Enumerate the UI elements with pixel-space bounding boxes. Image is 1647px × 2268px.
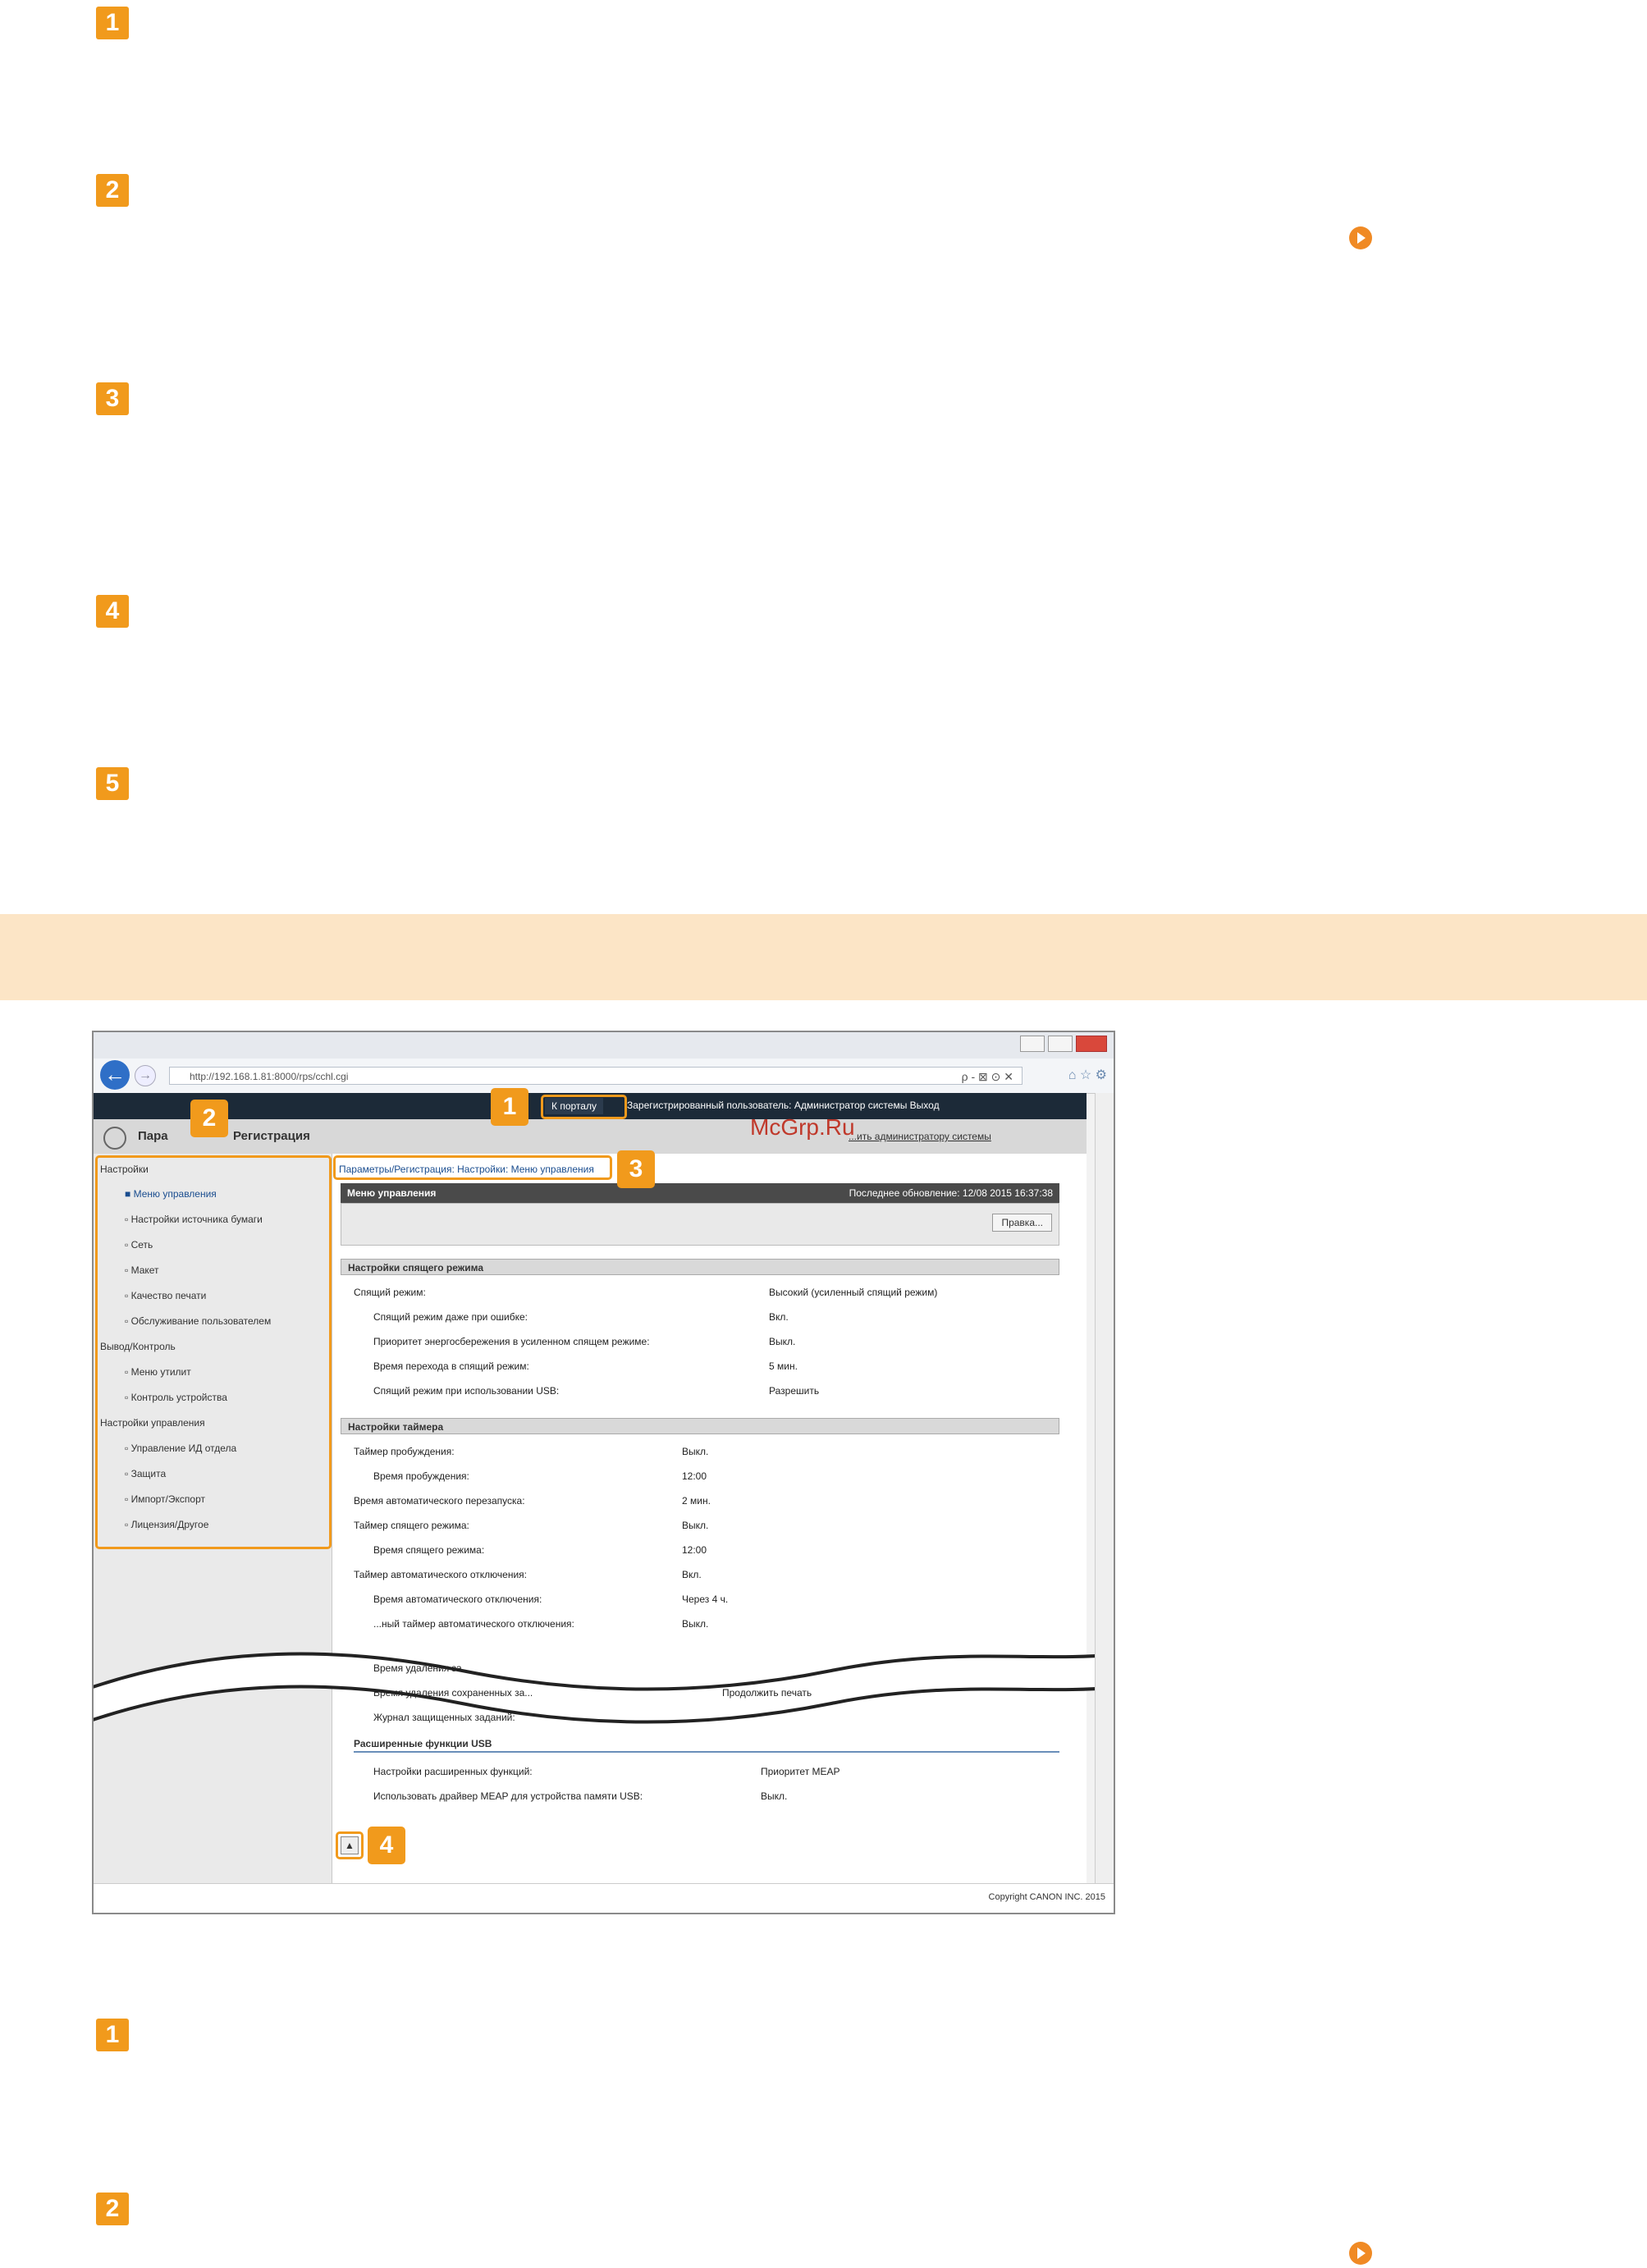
callout-2: 2 [190, 1100, 228, 1137]
timer-row-value: 12:00 [682, 1544, 707, 1556]
panel-header: Меню управления Последнее обновление: 12… [341, 1183, 1059, 1203]
sleep-settings-header: Настройки спящего режима [341, 1259, 1059, 1275]
sleep-row-label: Спящий режим даже при ошибке: [373, 1311, 528, 1323]
panel-body: Правка... [341, 1203, 1059, 1246]
sleep-row-value: Вкл. [769, 1311, 789, 1323]
edit-button[interactable]: Правка... [992, 1214, 1052, 1232]
sleep-row-label: Спящий режим при использовании USB: [373, 1385, 560, 1397]
watermark: McGrp.Ru [750, 1114, 855, 1140]
link-arrow-icon-bottom[interactable] [1349, 2242, 1372, 2265]
timer-row-value: Выкл. [682, 1446, 709, 1457]
step-number-2: 2 [96, 174, 129, 207]
toolbar-icons[interactable]: ⌂ ☆ ⚙ [1068, 1067, 1107, 1083]
timer-row-label: Таймер пробуждения: [354, 1446, 455, 1457]
timer-row-label: Время спящего режима: [373, 1544, 485, 1556]
back-arrow-icon[interactable]: ← [100, 1060, 130, 1090]
usb-row-value: Выкл. [761, 1790, 788, 1802]
step-number-4: 4 [96, 595, 129, 628]
close-button[interactable] [1076, 1036, 1107, 1052]
url-input[interactable]: http://192.168.1.81:8000/rps/cchl.cgi ρ … [169, 1067, 1023, 1085]
step-number-3: 3 [96, 382, 129, 415]
last-updated: Последнее обновление: 12/08 2015 16:37:3… [849, 1187, 1053, 1199]
usb-row-label: Настройки расширенных функций: [373, 1766, 533, 1777]
step-number-1-bottom: 1 [96, 2019, 129, 2051]
page-header: Пара Регистрация ...ить администратору с… [94, 1114, 1087, 1155]
browser-screenshot: ← → http://192.168.1.81:8000/rps/cchl.cg… [92, 1031, 1115, 1914]
sleep-row-label: Спящий режим: [354, 1287, 426, 1298]
sleep-row-value: 5 мин. [769, 1360, 798, 1372]
timer-row-value: Вкл. [682, 1569, 702, 1580]
timer-row-label: Время пробуждения: [373, 1470, 469, 1482]
link-arrow-icon[interactable] [1349, 226, 1372, 249]
admin-link[interactable]: ...ить администратору системы [849, 1131, 991, 1142]
forward-arrow-icon[interactable]: → [135, 1065, 156, 1086]
canon-logo-icon [103, 1127, 126, 1150]
tail-row-label: Время удаления сохраненных за... [373, 1687, 533, 1699]
timer-row-value: 12:00 [682, 1470, 707, 1482]
step-number-2-bottom: 2 [96, 2193, 129, 2225]
url-tools[interactable]: ρ - ⊠ ⊙ ✕ [962, 1068, 1013, 1086]
callout-1: 1 [491, 1088, 528, 1126]
highlight-sidebar [95, 1155, 332, 1549]
main-content: Параметры/Регистрация: Настройки: Меню у… [94, 1154, 1114, 1884]
maximize-button[interactable] [1048, 1036, 1073, 1052]
highlight-scroll-top [336, 1831, 364, 1859]
usb-row-label: Использовать драйвер MEAP для устройства… [373, 1790, 643, 1802]
sleep-row-label: Приоритет энергосбережения в усиленном с… [373, 1336, 650, 1347]
minimize-button[interactable] [1020, 1036, 1045, 1052]
section-band [0, 914, 1647, 1000]
highlight-breadcrumb [333, 1155, 612, 1180]
timer-row-label: Таймер автоматического отключения: [354, 1569, 528, 1580]
address-bar: ← → http://192.168.1.81:8000/rps/cchl.cg… [94, 1059, 1114, 1094]
tail-row-label: Журнал защищенных заданий: [373, 1712, 515, 1723]
usb-section-header: Расширенные функции USB [354, 1738, 1059, 1753]
timer-row-label: Время автоматического отключения: [373, 1594, 542, 1605]
url-text: http://192.168.1.81:8000/rps/cchl.cgi [190, 1071, 349, 1082]
timer-settings-header: Настройки таймера [341, 1418, 1059, 1434]
timer-row-value: 2 мин. [682, 1495, 711, 1507]
page-break-tear [94, 1652, 1114, 1724]
step-number-5: 5 [96, 767, 129, 800]
tail-row-value: Продолжить печать [722, 1687, 812, 1699]
timer-row-label: Время автоматического перезапуска: [354, 1495, 525, 1507]
copyright: Copyright CANON INC. 2015 [988, 1892, 1105, 1902]
page-title-left: Пара [138, 1129, 168, 1143]
panel-title: Меню управления [347, 1187, 437, 1199]
sleep-row-label: Время перехода в спящий режим: [373, 1360, 529, 1372]
usb-row-value: Приоритет MEAP [761, 1766, 840, 1777]
page-title-right: Регистрация [233, 1129, 310, 1143]
timer-row-label: ...ный таймер автоматического отключения… [373, 1618, 574, 1630]
timer-row-value: Выкл. [682, 1618, 709, 1630]
window-titlebar [94, 1032, 1114, 1059]
user-status: Зарегистрированный пользователь: Админис… [627, 1100, 940, 1111]
tail-row-label: Время удаления за... [373, 1662, 470, 1674]
step-number-1: 1 [96, 7, 129, 39]
highlight-portal [541, 1095, 627, 1119]
vertical-scrollbar[interactable] [1095, 1093, 1114, 1884]
callout-3: 3 [617, 1150, 655, 1188]
timer-row-value: Через 4 ч. [682, 1594, 729, 1605]
timer-row-value: Выкл. [682, 1520, 709, 1531]
callout-4: 4 [368, 1827, 405, 1864]
page-footer: Copyright CANON INC. 2015 [94, 1883, 1114, 1913]
timer-row-label: Таймер спящего режима: [354, 1520, 469, 1531]
sleep-row-value: Разрешить [769, 1385, 820, 1397]
sleep-row-value: Выкл. [769, 1336, 796, 1347]
sleep-row-value: Высокий (усиленный спящий режим) [769, 1287, 938, 1298]
